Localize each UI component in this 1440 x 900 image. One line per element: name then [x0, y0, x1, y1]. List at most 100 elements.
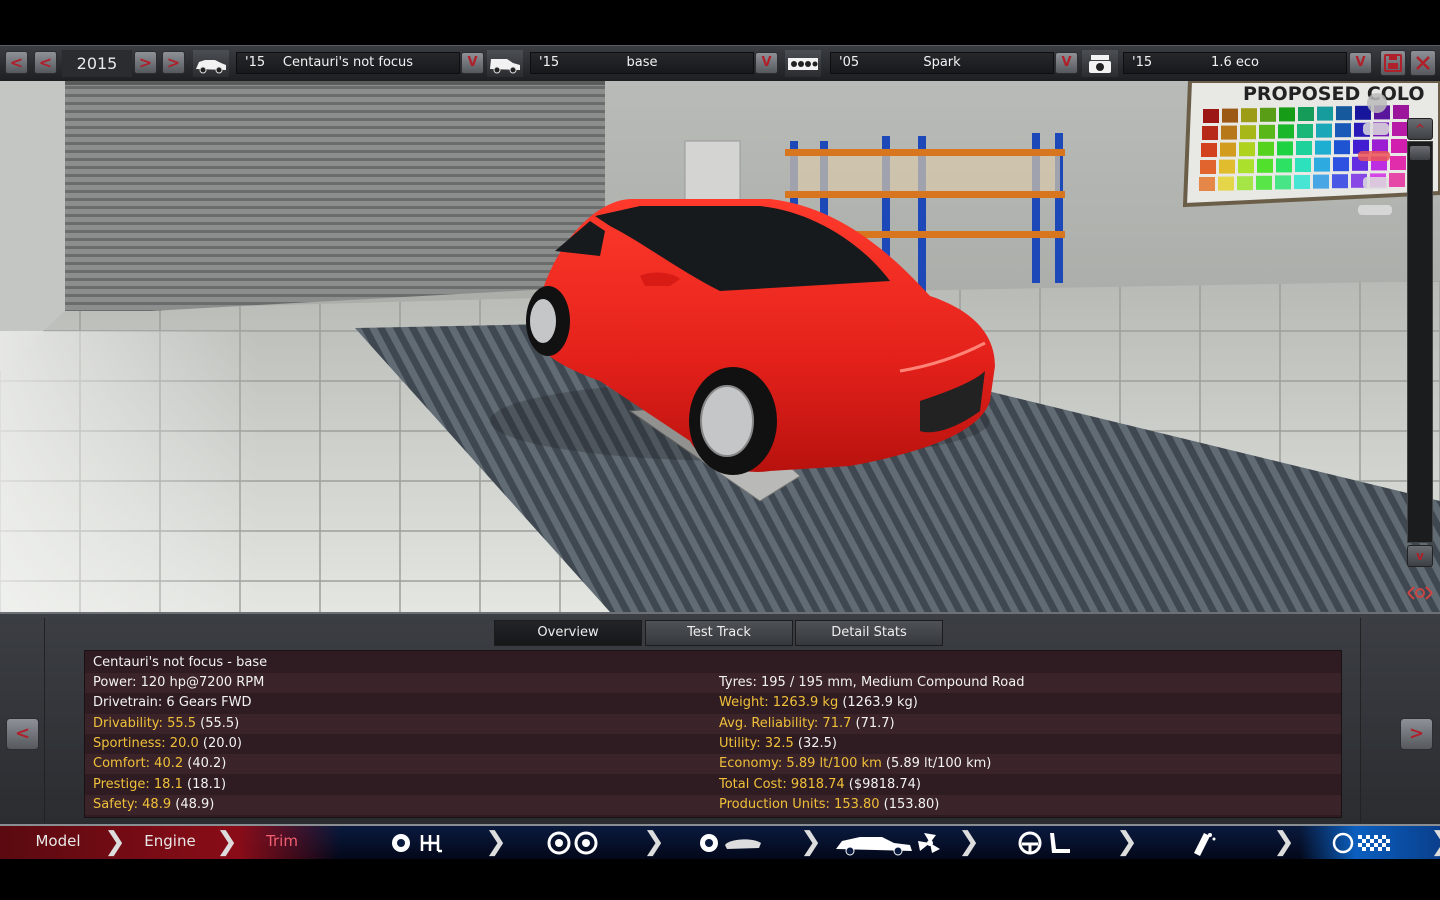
last-year-button[interactable]: > — [162, 51, 185, 74]
scroll-down-button[interactable]: v — [1407, 545, 1433, 567]
paint-swatch — [1275, 175, 1291, 190]
engine-variant-icon[interactable] — [1082, 50, 1118, 77]
close-button[interactable] — [1410, 50, 1436, 76]
car-title: Centauri's not focus - base — [93, 655, 268, 670]
stat-value: Power: 120 hp@7200 RPM — [93, 675, 265, 690]
model-car-icon[interactable] — [193, 50, 229, 77]
stat-right: Economy: 5.89 lt/100 km (5.89 lt/100 km) — [719, 756, 991, 771]
stat-baseline: (48.9) — [171, 796, 215, 812]
paint-swatch — [1240, 125, 1256, 140]
stat-baseline: (32.5) — [793, 735, 837, 751]
paint-swatch — [1336, 106, 1352, 121]
finish-flag-icon[interactable] — [1332, 830, 1392, 856]
paint-swatch — [1220, 142, 1236, 157]
nav-engine[interactable]: Engine — [130, 826, 210, 859]
chassis-icon[interactable] — [697, 831, 765, 855]
paint-swatch — [1314, 157, 1330, 172]
prev-year-button[interactable]: < — [34, 51, 57, 74]
nav-trim[interactable]: Trim — [244, 826, 320, 859]
variant-dropdown-button[interactable]: V — [1349, 52, 1372, 74]
car-3d-viewport[interactable]: PROPOSED COLO ^ v — [0, 81, 1440, 612]
panel-next-button[interactable]: > — [1400, 718, 1433, 750]
stat-row: Power: 120 hp@7200 RPM Tyres: 195 / 195 m… — [85, 673, 1341, 693]
stat-row: Sportiness: 20.0 (20.0) Utility: 32.5 (32… — [85, 734, 1341, 754]
scrollbar-thumb[interactable] — [1410, 146, 1430, 160]
paint-swatch — [1202, 126, 1218, 140]
nav-chevron-icon: ❯ — [1273, 827, 1295, 857]
bottom-nav: Model ❯ Engine ❯ Trim ❯ ❯ ❯ ❯ ❯ ❯ ❯ — [0, 824, 1440, 859]
year-display: 2015 — [62, 50, 132, 77]
engine-dropdown-button[interactable]: V — [1055, 52, 1078, 74]
model-select[interactable]: '15 Centauri's not focus — [236, 52, 460, 74]
stat-baseline: (55.5) — [196, 715, 240, 731]
interior-icon[interactable] — [1016, 830, 1076, 856]
stat-value: Comfort: 40.2 — [93, 756, 184, 772]
checker-square — [1386, 847, 1390, 851]
paint-swatch — [1276, 158, 1292, 173]
stat-row: Drivetrain: 6 Gears FWD Weight: 1263.9 kg… — [85, 693, 1341, 713]
checker-square — [1358, 843, 1362, 847]
stat-value: Weight: 1263.9 kg — [719, 695, 839, 711]
nav-chevron-icon: ❯ — [104, 827, 126, 857]
paint-swatch — [1258, 141, 1274, 156]
paint-swatch — [1277, 141, 1293, 156]
paint-swatch — [1239, 142, 1255, 157]
model-name: Centauri's not focus — [282, 55, 414, 70]
rotate-view-icon[interactable] — [1404, 581, 1436, 605]
panel-prev-button[interactable]: < — [6, 718, 39, 750]
paint-swatch — [1332, 174, 1348, 189]
wheels-icon[interactable] — [546, 831, 600, 855]
paint-swatch — [1334, 140, 1350, 155]
stat-left: Prestige: 18.1 (18.1) — [93, 777, 226, 792]
engine-block-icon[interactable] — [785, 50, 821, 77]
trim-dropdown-button[interactable]: V — [755, 52, 778, 74]
paint-swatch — [1391, 139, 1407, 153]
variant-select[interactable]: '15 1.6 eco — [1123, 52, 1347, 74]
engine-name: Spark — [923, 55, 961, 70]
nav-chevron-icon: ❯ — [958, 827, 980, 857]
paint-swatch — [1257, 158, 1273, 173]
paint-swatch — [1389, 173, 1405, 187]
paint-swatch — [1199, 177, 1215, 191]
wall-sign-text: PROPOSED COLO — [1243, 83, 1425, 105]
stat-left: Drivability: 55.5 (55.5) — [93, 716, 239, 731]
checker-square — [1362, 839, 1366, 843]
stats-title-row: Centauri's not focus - base — [85, 653, 1341, 673]
nav-chevron-icon: ❯ — [1116, 827, 1138, 857]
paint-swatch — [1317, 106, 1333, 121]
body-cooling-icon[interactable] — [832, 829, 944, 857]
checker-square — [1382, 843, 1386, 847]
nav-chevron-icon: ❯ — [643, 827, 665, 857]
stat-left: Power: 120 hp@7200 RPM — [93, 675, 264, 690]
stat-left: Safety: 48.9 (48.9) — [93, 797, 214, 812]
stat-value: Sportiness: 20.0 — [93, 735, 199, 751]
engine-select[interactable]: '05 Spark — [830, 52, 1054, 74]
tab-test-track[interactable]: Test Track — [645, 620, 793, 646]
scroll-up-button[interactable]: ^ — [1407, 118, 1433, 140]
paint-swatch — [1221, 125, 1237, 140]
stat-value: Drivetrain: 6 Gears FWD — [93, 695, 252, 711]
next-year-button[interactable]: > — [134, 51, 157, 74]
checker-square — [1378, 847, 1382, 851]
paint-swatch — [1201, 143, 1217, 157]
save-button[interactable] — [1380, 50, 1406, 76]
paint-swatch — [1315, 140, 1331, 155]
tab-overview[interactable]: Overview — [494, 620, 642, 646]
stat-baseline: (40.2) — [183, 756, 227, 772]
gearbox-icon[interactable] — [388, 831, 448, 855]
view-scrollbar-track[interactable] — [1407, 141, 1433, 543]
paint-swatch — [1222, 108, 1238, 123]
model-dropdown-button[interactable]: V — [461, 52, 484, 74]
first-year-button[interactable]: < — [5, 51, 28, 74]
tab-detail-stats[interactable]: Detail Stats — [795, 620, 943, 646]
checker-square — [1374, 843, 1378, 847]
trim-select[interactable]: '15 base — [530, 52, 754, 74]
paint-spray-icon[interactable] — [1186, 829, 1220, 857]
stat-row: Safety: 48.9 (48.9) Production Units: 153… — [85, 794, 1341, 815]
nav-model[interactable]: Model — [18, 826, 98, 859]
paint-swatch — [1279, 107, 1295, 122]
stat-value: Prestige: 18.1 — [93, 776, 183, 792]
trim-car-icon[interactable] — [487, 50, 523, 77]
stat-baseline: ($9818.74) — [844, 776, 921, 792]
paint-swatch — [1296, 141, 1312, 155]
